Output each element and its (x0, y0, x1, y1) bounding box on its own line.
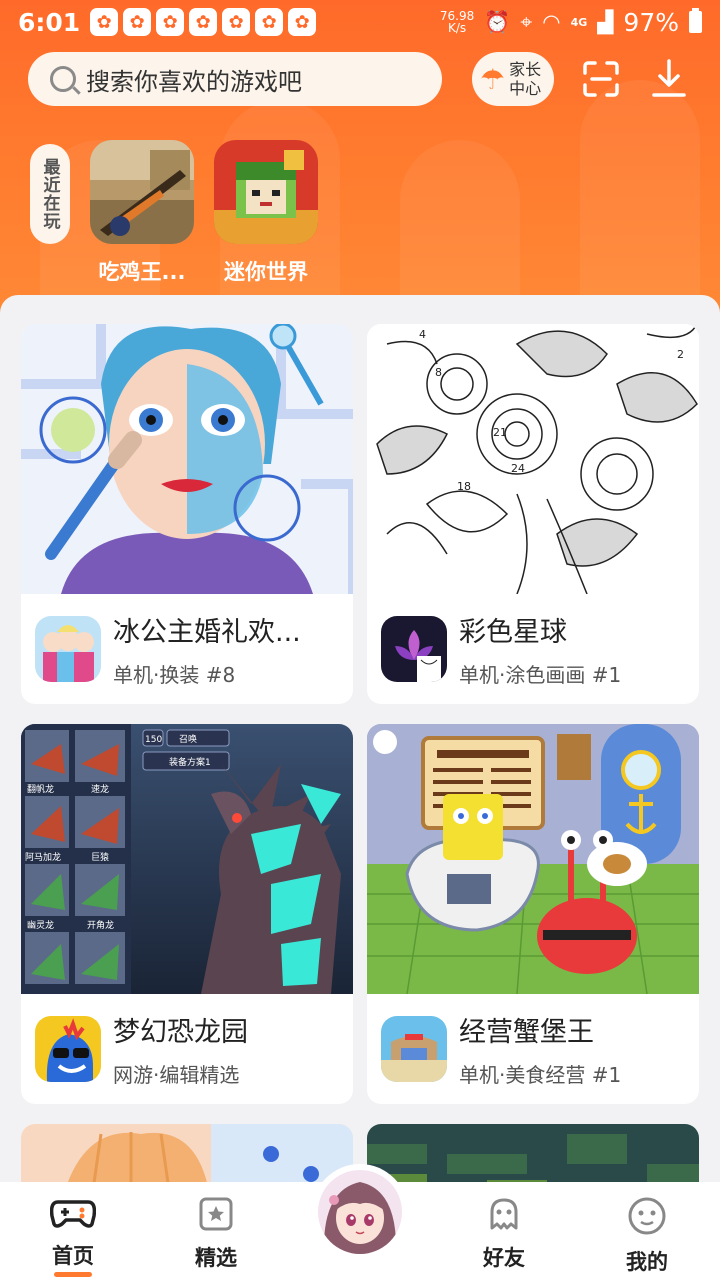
game-banner-image: 4 2 8 21 24 18 (367, 324, 699, 594)
game-app-icon (35, 1016, 101, 1082)
nav-home[interactable]: 首页 (33, 1196, 113, 1277)
battery-icon (689, 8, 702, 33)
search-bar[interactable]: 搜索你喜欢的游戏吧 (28, 52, 442, 106)
baidu-notification-icon: ✿ (90, 8, 119, 36)
game-banner-image (367, 1124, 699, 1185)
game-card[interactable] (367, 1124, 699, 1185)
signal-icon: ▟ (597, 10, 614, 34)
svg-text:2: 2 (677, 348, 684, 361)
game-app-icon (35, 616, 101, 682)
anime-avatar-icon (318, 1170, 402, 1254)
svg-text:开角龙: 开角龙 (87, 919, 114, 931)
game-card[interactable]: 4 2 8 21 24 18 彩色星球 单机·涂色画画 #1 (367, 324, 699, 704)
battery-percent: 97% (623, 7, 679, 37)
game-app-icon (381, 1016, 447, 1082)
baidu-notification-icon: ✿ (156, 8, 185, 36)
game-title: 冰公主婚礼欢... (113, 617, 301, 648)
game-title: 彩色星球 (459, 617, 567, 648)
game-card[interactable]: 冰公主婚礼欢... 单机·换装 #8 (21, 324, 353, 704)
location-icon: ⌖ (520, 9, 533, 34)
nav-friends-label: 好友 (483, 1246, 525, 1270)
game-banner-image (21, 1124, 353, 1185)
alarm-icon: ⏰ (484, 9, 511, 34)
notification-icons: ✿ ✿ ✿ ✿ ✿ ✿ ✿ (90, 8, 317, 36)
search-placeholder: 搜索你喜欢的游戏吧 (86, 67, 302, 96)
recent-played-label: 最近在玩 (30, 144, 70, 244)
profile-face-icon (628, 1197, 666, 1235)
baidu-notification-icon: ✿ (288, 8, 317, 36)
svg-text:24: 24 (511, 462, 525, 475)
game-subtitle: 单机·换装 #8 (113, 663, 236, 687)
baidu-notification-icon: ✿ (222, 8, 251, 36)
svg-text:翻帆龙: 翻帆龙 (27, 783, 54, 795)
nav-home-label: 首页 (52, 1244, 94, 1268)
nav-featured[interactable]: 精选 (176, 1196, 256, 1272)
baidu-notification-icon: ✿ (255, 8, 284, 36)
baidu-notification-icon: ✿ (189, 8, 218, 36)
game-banner-image (21, 324, 353, 594)
download-icon[interactable] (650, 58, 688, 100)
recent-game-mini-world[interactable]: 迷你世界 (214, 140, 318, 286)
net-speed: 76.98 K/s (439, 9, 475, 35)
svg-text:装备方案1: 装备方案1 (169, 756, 211, 768)
game-banner-image: 翻帆龙 速龙 阿马加龙 巨猿 幽灵龙 开角龙 150 召唤 装备方案1 (21, 724, 353, 994)
svg-text:阿马加龙: 阿马加龙 (25, 851, 61, 863)
game-card[interactable]: 经营蟹堡王 单机·美食经营 #1 (367, 724, 699, 1104)
svg-text:21: 21 (493, 426, 507, 439)
status-time: 6:01 (18, 7, 81, 37)
nav-mine-label: 我的 (626, 1250, 668, 1274)
game-icon (90, 140, 194, 244)
scan-icon[interactable] (582, 60, 620, 98)
svg-text:巨猿: 巨猿 (91, 851, 109, 863)
svg-text:18: 18 (457, 480, 471, 493)
game-feed: 冰公主婚礼欢... 单机·换装 #8 4 2 8 21 24 18 彩色星球 单… (0, 295, 720, 1185)
game-card[interactable]: 翻帆龙 速龙 阿马加龙 巨猿 幽灵龙 开角龙 150 召唤 装备方案1 梦幻恐龙… (21, 724, 353, 1104)
wifi-icon: ◠ (542, 10, 561, 34)
search-icon (50, 66, 76, 92)
game-title: 梦幻恐龙园 (113, 1017, 248, 1048)
svg-text:8: 8 (435, 366, 442, 379)
baidu-notification-icon: ✿ (123, 8, 152, 36)
gamepad-icon (49, 1200, 97, 1228)
umbrella-icon: ☂ (480, 62, 506, 96)
game-subtitle: 单机·美食经营 #1 (459, 1063, 622, 1087)
parent-center-button[interactable]: ☂ 家长 中心 (472, 52, 554, 106)
game-icon (214, 140, 318, 244)
svg-text:4: 4 (419, 328, 426, 341)
ghost-icon (490, 1198, 518, 1230)
game-subtitle: 网游·编辑精选 (113, 1063, 240, 1087)
parent-center-label: 家长 中心 (509, 60, 542, 98)
network-type: 4G (570, 15, 588, 29)
nav-featured-label: 精选 (195, 1246, 237, 1270)
recent-game-pubg[interactable]: 吃鸡王... (90, 140, 194, 286)
svg-text:150: 150 (145, 735, 162, 745)
game-app-icon (381, 616, 447, 682)
game-title: 经营蟹堡王 (459, 1017, 594, 1048)
game-subtitle: 单机·涂色画画 #1 (459, 663, 622, 687)
status-bar: 6:01 ✿ ✿ ✿ ✿ ✿ ✿ ✿ 76.98 K/s ⏰ ⌖ ◠ 4G ▟ … (0, 0, 720, 44)
game-banner-image (367, 724, 699, 994)
active-indicator (54, 1272, 92, 1277)
star-bookmark-icon (199, 1197, 233, 1231)
nav-friends[interactable]: 好友 (464, 1196, 544, 1272)
game-card[interactable] (21, 1124, 353, 1185)
svg-text:速龙: 速龙 (91, 783, 109, 795)
nav-mine[interactable]: 我的 (607, 1196, 687, 1276)
svg-text:幽灵龙: 幽灵龙 (27, 919, 54, 931)
center-avatar-button[interactable] (312, 1164, 408, 1260)
svg-text:召唤: 召唤 (179, 733, 197, 745)
